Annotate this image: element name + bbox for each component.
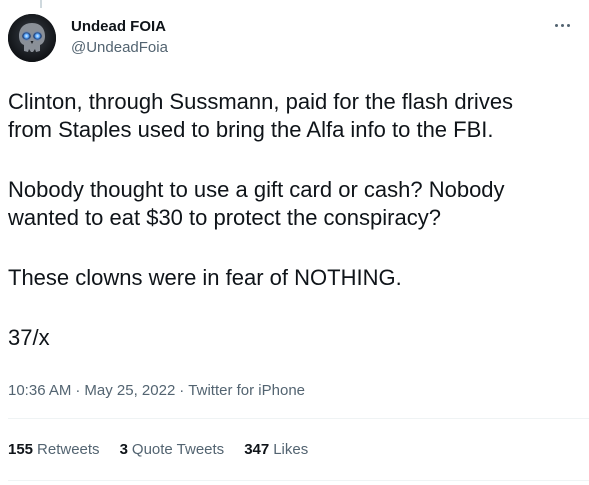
- likes-label: Likes: [273, 441, 309, 458]
- quote-tweets-label: Quote Tweets: [131, 441, 225, 458]
- meta-separator: ·: [75, 382, 81, 399]
- tweet-source[interactable]: Twitter for iPhone: [188, 382, 305, 399]
- thread-connector-line: [40, 0, 42, 8]
- tweet-metadata: 10:36 AM · May 25, 2022 · Twitter for iPhone: [8, 381, 305, 401]
- avatar[interactable]: [8, 14, 56, 62]
- tweet-paragraph: Clinton, through Sussmann, paid for the …: [8, 89, 514, 142]
- retweets-count: 155: [8, 441, 34, 458]
- tweet-date[interactable]: May 25, 2022: [84, 382, 175, 399]
- author-handle[interactable]: @UndeadFoia: [71, 38, 168, 58]
- divider: [8, 418, 589, 419]
- tweet-stats: 155 Retweets 3 Quote Tweets 347 Likes: [8, 440, 328, 460]
- retweets-stat[interactable]: 155 Retweets: [8, 440, 100, 460]
- tweet-paragraph: Nobody thought to use a gift card or cas…: [8, 177, 505, 230]
- tweet-paragraph: 37/x: [8, 325, 50, 350]
- tweet-paragraph: These clowns were in fear of NOTHING.: [8, 265, 402, 290]
- likes-count: 347: [244, 441, 270, 458]
- retweets-label: Retweets: [37, 441, 100, 458]
- author-display-name[interactable]: Undead FOIA: [71, 17, 168, 37]
- likes-stat[interactable]: 347 Likes: [244, 440, 308, 460]
- quote-tweets-stat[interactable]: 3 Quote Tweets: [120, 440, 225, 460]
- meta-separator: ·: [179, 382, 185, 399]
- tweet-text: Clinton, through Sussmann, paid for the …: [8, 88, 578, 352]
- quote-tweets-count: 3: [119, 441, 128, 458]
- divider: [8, 480, 589, 481]
- more-options-icon[interactable]: [549, 17, 575, 33]
- tweet-time[interactable]: 10:36 AM: [8, 382, 71, 399]
- author-info[interactable]: Undead FOIA @UndeadFoia: [71, 17, 168, 58]
- skull-avatar-icon: [8, 14, 56, 62]
